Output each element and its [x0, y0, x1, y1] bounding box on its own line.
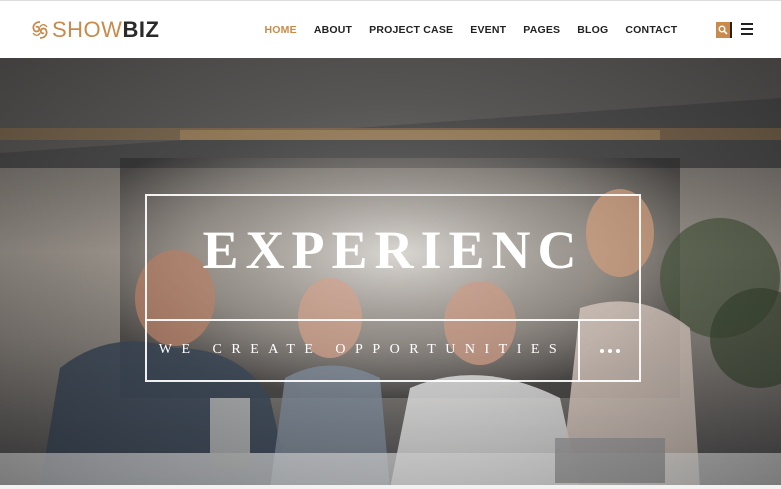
main-nav: HOME ABOUT PROJECT CASE EVENT PAGES BLOG… — [256, 1, 686, 59]
nav-item-event[interactable]: EVENT — [462, 24, 515, 36]
search-icon — [718, 25, 728, 35]
brand-name-bold: BIZ — [122, 17, 160, 42]
nav-item-home[interactable]: HOME — [256, 24, 305, 36]
swirl-logo-icon — [32, 21, 48, 39]
nav-item-contact[interactable]: CONTACT — [617, 24, 686, 36]
brand-name-light: SHOW — [52, 17, 123, 42]
site-header: SHOW BIZ HOME ABOUT PROJECT CASE EVENT P… — [0, 0, 781, 58]
nav-item-pages[interactable]: PAGES — [515, 24, 569, 36]
hamburger-menu-icon[interactable] — [741, 23, 753, 35]
brand-logo[interactable]: SHOW BIZ — [30, 18, 159, 42]
nav-item-about[interactable]: ABOUT — [305, 24, 360, 36]
nav-item-blog[interactable]: BLOG — [569, 24, 617, 36]
caption-divider — [145, 319, 641, 321]
hero-subtitle: WE CREATE OPPORTUNITIES — [158, 342, 567, 357]
hero-slider: EXPERIENC WE CREATE OPPORTUNITIES — [0, 58, 781, 489]
ellipsis-icon[interactable] — [580, 321, 639, 380]
search-button[interactable] — [716, 22, 732, 38]
hero-bottom-strip — [0, 485, 781, 489]
hero-title: EXPERIENC — [202, 220, 584, 280]
nav-item-project-case[interactable]: PROJECT CASE — [361, 24, 462, 36]
